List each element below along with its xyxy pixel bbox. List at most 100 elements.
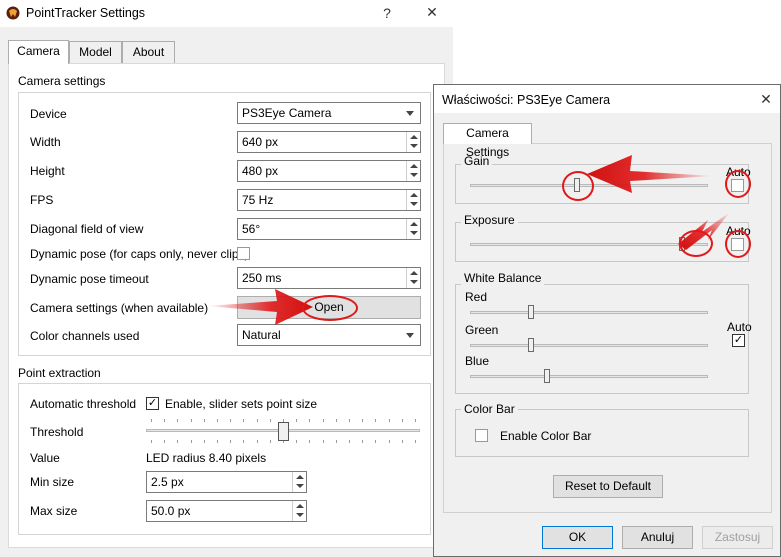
slider-tick bbox=[362, 419, 363, 422]
slider-tick bbox=[257, 419, 258, 422]
device-label: Device bbox=[30, 107, 67, 121]
dynamic-pose-timeout-value: 250 ms bbox=[242, 271, 282, 285]
green-label: Green bbox=[465, 323, 499, 337]
max-size-spinbox[interactable]: 50.0 px bbox=[146, 500, 307, 522]
automatic-threshold-checkbox[interactable]: ✓ bbox=[146, 397, 159, 410]
slider-tick bbox=[349, 419, 350, 422]
green-slider[interactable] bbox=[470, 336, 708, 356]
camera-settings-when-available-label: Camera settings (when available) bbox=[30, 301, 209, 315]
spin-arrows-icon[interactable] bbox=[406, 219, 420, 239]
fov-spinbox[interactable]: 56° bbox=[237, 218, 421, 240]
slider-tick bbox=[257, 440, 258, 443]
spin-arrows-icon[interactable] bbox=[406, 132, 420, 152]
slider-tick bbox=[204, 419, 205, 422]
annotation-circle-icon bbox=[725, 230, 751, 258]
slider-tick bbox=[230, 440, 231, 443]
spin-arrows-icon[interactable] bbox=[292, 501, 306, 521]
slider-tick bbox=[296, 440, 297, 443]
annotation-circle-icon bbox=[679, 230, 713, 257]
min-size-value: 2.5 px bbox=[151, 475, 184, 489]
slider-tick bbox=[336, 419, 337, 422]
dialog-close-button[interactable]: ✕ bbox=[758, 91, 774, 108]
slider-tick bbox=[323, 419, 324, 422]
blue-slider[interactable] bbox=[470, 367, 708, 387]
slider-tick bbox=[151, 440, 152, 443]
fps-value: 75 Hz bbox=[242, 193, 274, 207]
led-radius-value: LED radius 8.40 pixels bbox=[146, 451, 267, 465]
help-button[interactable]: ? bbox=[380, 5, 394, 21]
camera-settings-heading: Camera settings bbox=[18, 74, 106, 88]
slider-tick bbox=[270, 419, 271, 422]
annotation-circle-icon bbox=[725, 170, 751, 198]
ok-button[interactable]: OK bbox=[542, 526, 613, 549]
slider-track bbox=[470, 344, 708, 347]
width-value: 640 px bbox=[242, 135, 279, 149]
tab-about[interactable]: About bbox=[122, 41, 175, 63]
fps-label: FPS bbox=[30, 193, 54, 207]
reset-to-default-button[interactable]: Reset to Default bbox=[553, 475, 663, 498]
slider-tick bbox=[243, 419, 244, 422]
slider-tick bbox=[415, 419, 416, 422]
slider-tick bbox=[309, 440, 310, 443]
fov-value: 56° bbox=[242, 222, 261, 236]
slider-tick bbox=[204, 440, 205, 443]
slider-tick bbox=[309, 419, 310, 422]
spin-arrows-icon[interactable] bbox=[292, 472, 306, 492]
slider-tick bbox=[191, 440, 192, 443]
slider-tick bbox=[402, 440, 403, 443]
tab-model[interactable]: Model bbox=[69, 41, 122, 63]
min-size-spinbox[interactable]: 2.5 px bbox=[146, 471, 307, 493]
slider-tick bbox=[375, 440, 376, 443]
slider-thumb[interactable] bbox=[528, 305, 534, 319]
slider-tick bbox=[402, 419, 403, 422]
exposure-label: Exposure bbox=[461, 213, 518, 227]
annotation-circle-icon bbox=[562, 171, 594, 201]
slider-thumb[interactable] bbox=[528, 338, 534, 352]
title-bar: PointTracker Settings ? ✕ bbox=[0, 0, 453, 27]
slider-tick bbox=[349, 440, 350, 443]
spin-arrows-icon[interactable] bbox=[406, 190, 420, 210]
red-slider[interactable] bbox=[470, 303, 708, 323]
threshold-label: Threshold bbox=[30, 425, 84, 439]
width-label: Width bbox=[30, 135, 61, 149]
width-spinbox[interactable]: 640 px bbox=[237, 131, 421, 153]
fps-spinbox[interactable]: 75 Hz bbox=[237, 189, 421, 211]
blue-label: Blue bbox=[465, 354, 490, 368]
white-balance-auto-checkbox[interactable]: ✓ bbox=[732, 334, 745, 347]
value-label: Value bbox=[30, 451, 60, 465]
spin-arrows-icon[interactable] bbox=[406, 268, 420, 288]
enable-color-bar-label: Enable Color Bar bbox=[500, 429, 592, 443]
point-extraction-heading: Point extraction bbox=[18, 366, 101, 380]
slider-tick bbox=[336, 440, 337, 443]
slider-tick bbox=[389, 440, 390, 443]
max-size-value: 50.0 px bbox=[151, 504, 191, 518]
slider-tick bbox=[270, 440, 271, 443]
close-button[interactable]: ✕ bbox=[424, 4, 440, 21]
slider-tick bbox=[389, 419, 390, 422]
spin-arrows-icon[interactable] bbox=[406, 161, 420, 181]
enable-color-bar-checkbox[interactable] bbox=[475, 429, 488, 442]
pointtracker-settings-window: PointTracker Settings ? ✕ Camera Model A… bbox=[0, 0, 453, 557]
chevron-down-icon bbox=[406, 111, 414, 116]
slider-tick bbox=[177, 440, 178, 443]
height-value: 480 px bbox=[242, 164, 279, 178]
white-balance-label: White Balance bbox=[461, 271, 545, 285]
slider-track bbox=[470, 375, 708, 378]
height-spinbox[interactable]: 480 px bbox=[237, 160, 421, 182]
dialog-title: Właściwości: PS3Eye Camera bbox=[442, 93, 611, 107]
dynamic-pose-label: Dynamic pose (for caps only, never clips… bbox=[30, 247, 249, 261]
slider-thumb[interactable] bbox=[278, 422, 289, 441]
slider-tick bbox=[296, 419, 297, 422]
automatic-threshold-checkbox-label: Enable, slider sets point size bbox=[165, 397, 318, 411]
cancel-button[interactable]: Anuluj bbox=[622, 526, 693, 549]
tab-camera[interactable]: Camera bbox=[8, 40, 69, 64]
slider-thumb[interactable] bbox=[544, 369, 550, 383]
threshold-slider[interactable] bbox=[146, 418, 420, 444]
tab-camera-settings[interactable]: Camera Settings bbox=[443, 123, 532, 159]
apply-button[interactable]: Zastosuj bbox=[702, 526, 773, 549]
white-balance-auto-label: Auto bbox=[727, 320, 752, 334]
dynamic-pose-checkbox[interactable] bbox=[237, 247, 250, 260]
app-logo-icon bbox=[6, 6, 20, 20]
height-label: Height bbox=[30, 164, 65, 178]
device-combo[interactable]: PS3Eye Camera bbox=[237, 102, 421, 124]
